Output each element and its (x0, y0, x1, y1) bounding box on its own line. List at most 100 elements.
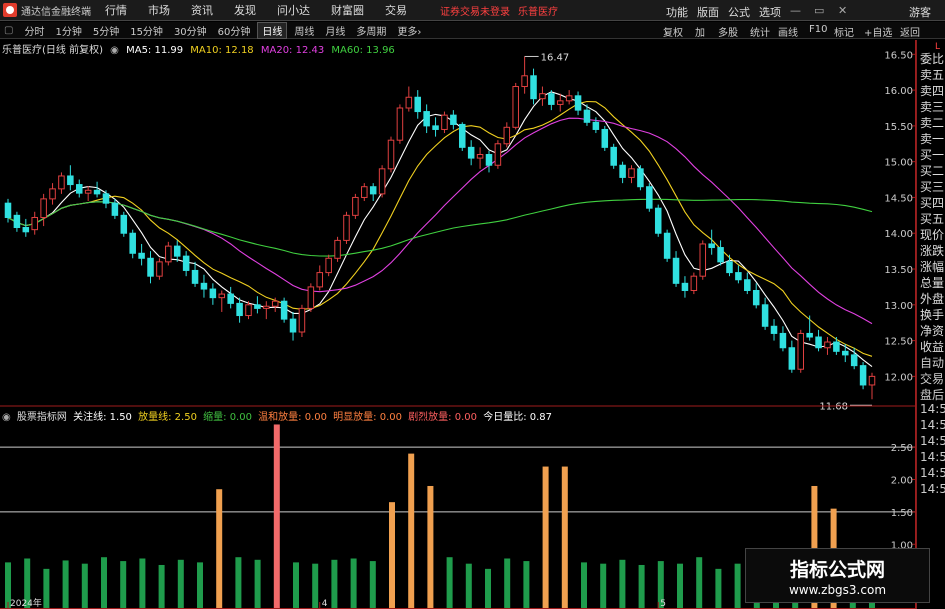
candle (654, 207, 662, 234)
panel-field-19: 自动 (920, 356, 945, 370)
multi-stock-button[interactable]: 多股 (718, 24, 738, 39)
candle (672, 257, 680, 284)
candle (13, 214, 21, 229)
x-tick-label: 5 (660, 599, 666, 609)
panel-field-5: 卖一 (920, 132, 945, 146)
tab-period-5min[interactable]: 5分钟 (89, 23, 123, 38)
candle (610, 146, 617, 166)
menu-item-layout[interactable]: 版面 (697, 4, 719, 20)
candle (859, 365, 867, 386)
menu-item-function[interactable]: 功能 (666, 4, 688, 20)
candle (263, 305, 270, 309)
high-price-label: 16.47 (541, 52, 570, 63)
y-tick-label: 16.00 (884, 86, 913, 97)
tab-period-1min[interactable]: 1分钟 (51, 23, 85, 38)
indicator-bar (312, 563, 319, 609)
adjust-price-button[interactable]: 复权 (663, 24, 683, 39)
candle (361, 186, 368, 198)
menu-item-quotes[interactable]: 行情 (105, 2, 127, 18)
indicator-bar (465, 563, 472, 609)
candle (182, 255, 190, 271)
tab-period-more[interactable]: 更多› (393, 23, 425, 38)
tab-period-multi[interactable]: 多周期 (352, 23, 390, 38)
candle (583, 109, 591, 123)
tab-period-daily[interactable]: 日线 (257, 21, 288, 39)
tab-period-60min[interactable]: 60分钟 (214, 23, 255, 38)
candle (4, 202, 12, 218)
close-icon[interactable]: ✕ (838, 4, 847, 17)
candle (289, 318, 297, 333)
indicator-bar (446, 557, 453, 609)
candle (646, 186, 653, 209)
watermark-title: 指标公式网 (789, 559, 885, 581)
indicator-bar (177, 559, 184, 609)
panel-field-21: 盘后 (920, 388, 945, 402)
indicator-bar (696, 557, 703, 609)
indicator-bar (408, 453, 415, 609)
candle (663, 232, 671, 259)
y-tick-label: 12.00 (884, 372, 913, 383)
candle (147, 257, 154, 277)
panel-field-23: 14:5 (920, 418, 945, 432)
minimize-icon[interactable]: — (790, 4, 801, 17)
y-tick-label: 14.50 (884, 193, 913, 204)
tab-period-monthly[interactable]: 月线 (321, 23, 349, 38)
menu-item-market[interactable]: 市场 (148, 2, 170, 18)
panel-field-6: 买一 (920, 148, 945, 162)
tab-period-timeshare[interactable]: 分时 (20, 23, 48, 38)
f10-button[interactable]: F10 (809, 24, 827, 35)
panel-field-16: 换手 (920, 308, 945, 322)
indicator-bar (120, 561, 127, 609)
overlay-button[interactable]: 加 (695, 24, 705, 39)
panel-field-26: 14:5 (920, 466, 945, 480)
mark-button[interactable]: 标记 (834, 24, 854, 39)
candle (405, 96, 413, 109)
candle (726, 261, 733, 274)
tab-period-30min[interactable]: 30分钟 (170, 23, 211, 38)
tab-period-15min[interactable]: 15分钟 (126, 23, 167, 38)
panel-field-7: 买二 (920, 164, 945, 178)
candle (850, 354, 858, 367)
restore-icon[interactable]: ▭ (814, 4, 824, 17)
menu-item-options[interactable]: 选项 (759, 4, 781, 20)
draw-line-button[interactable]: 画线 (778, 24, 798, 39)
candle (467, 146, 475, 159)
guest-user[interactable]: 游客 (909, 4, 931, 20)
candle (67, 175, 74, 186)
candle (271, 300, 279, 307)
candle (173, 245, 181, 257)
menu-item-formula[interactable]: 公式 (728, 4, 750, 20)
menu-item-trade[interactable]: 交易 (385, 2, 407, 18)
candle (797, 332, 805, 370)
candle (521, 75, 528, 88)
candle (31, 216, 38, 231)
candle (49, 188, 56, 200)
candle (459, 123, 466, 148)
candle (334, 239, 341, 259)
login-status[interactable]: 证券交易未登录 (440, 3, 510, 18)
low-price-label: 11.68 (819, 401, 848, 412)
candle (227, 293, 234, 304)
candle (530, 75, 537, 100)
panel-field-25: 14:5 (920, 450, 945, 464)
indicator-bar (638, 564, 645, 609)
menu-item-wealth[interactable]: 财富圈 (331, 2, 364, 18)
candle (833, 341, 840, 352)
back-button[interactable]: 返回 (900, 24, 920, 39)
statistics-button[interactable]: 统计 (750, 24, 770, 39)
candle (432, 125, 439, 130)
candle (387, 139, 395, 170)
candle (619, 164, 626, 178)
indicator-bar (427, 485, 434, 609)
menu-item-discover[interactable]: 发现 (234, 2, 256, 18)
chart-canvas[interactable]: 16.47 11.68 16.50 16.00 15.50 15.00 14.50 14.0… (0, 40, 916, 609)
tab-period-weekly[interactable]: 周线 (290, 23, 318, 38)
add-favorite-button[interactable]: +自选 (864, 24, 892, 39)
candle (93, 189, 101, 195)
period-toolbar: ▢ 分时 1分钟 5分钟 15分钟 30分钟 60分钟 日线 周线 月线 多周期… (0, 21, 945, 39)
toolbar-checkbox-icon[interactable]: ▢ (0, 25, 17, 36)
menu-item-ask[interactable]: 问小达 (277, 2, 310, 18)
candle (824, 341, 831, 349)
menu-item-news[interactable]: 资讯 (191, 2, 213, 18)
candle (111, 202, 119, 216)
